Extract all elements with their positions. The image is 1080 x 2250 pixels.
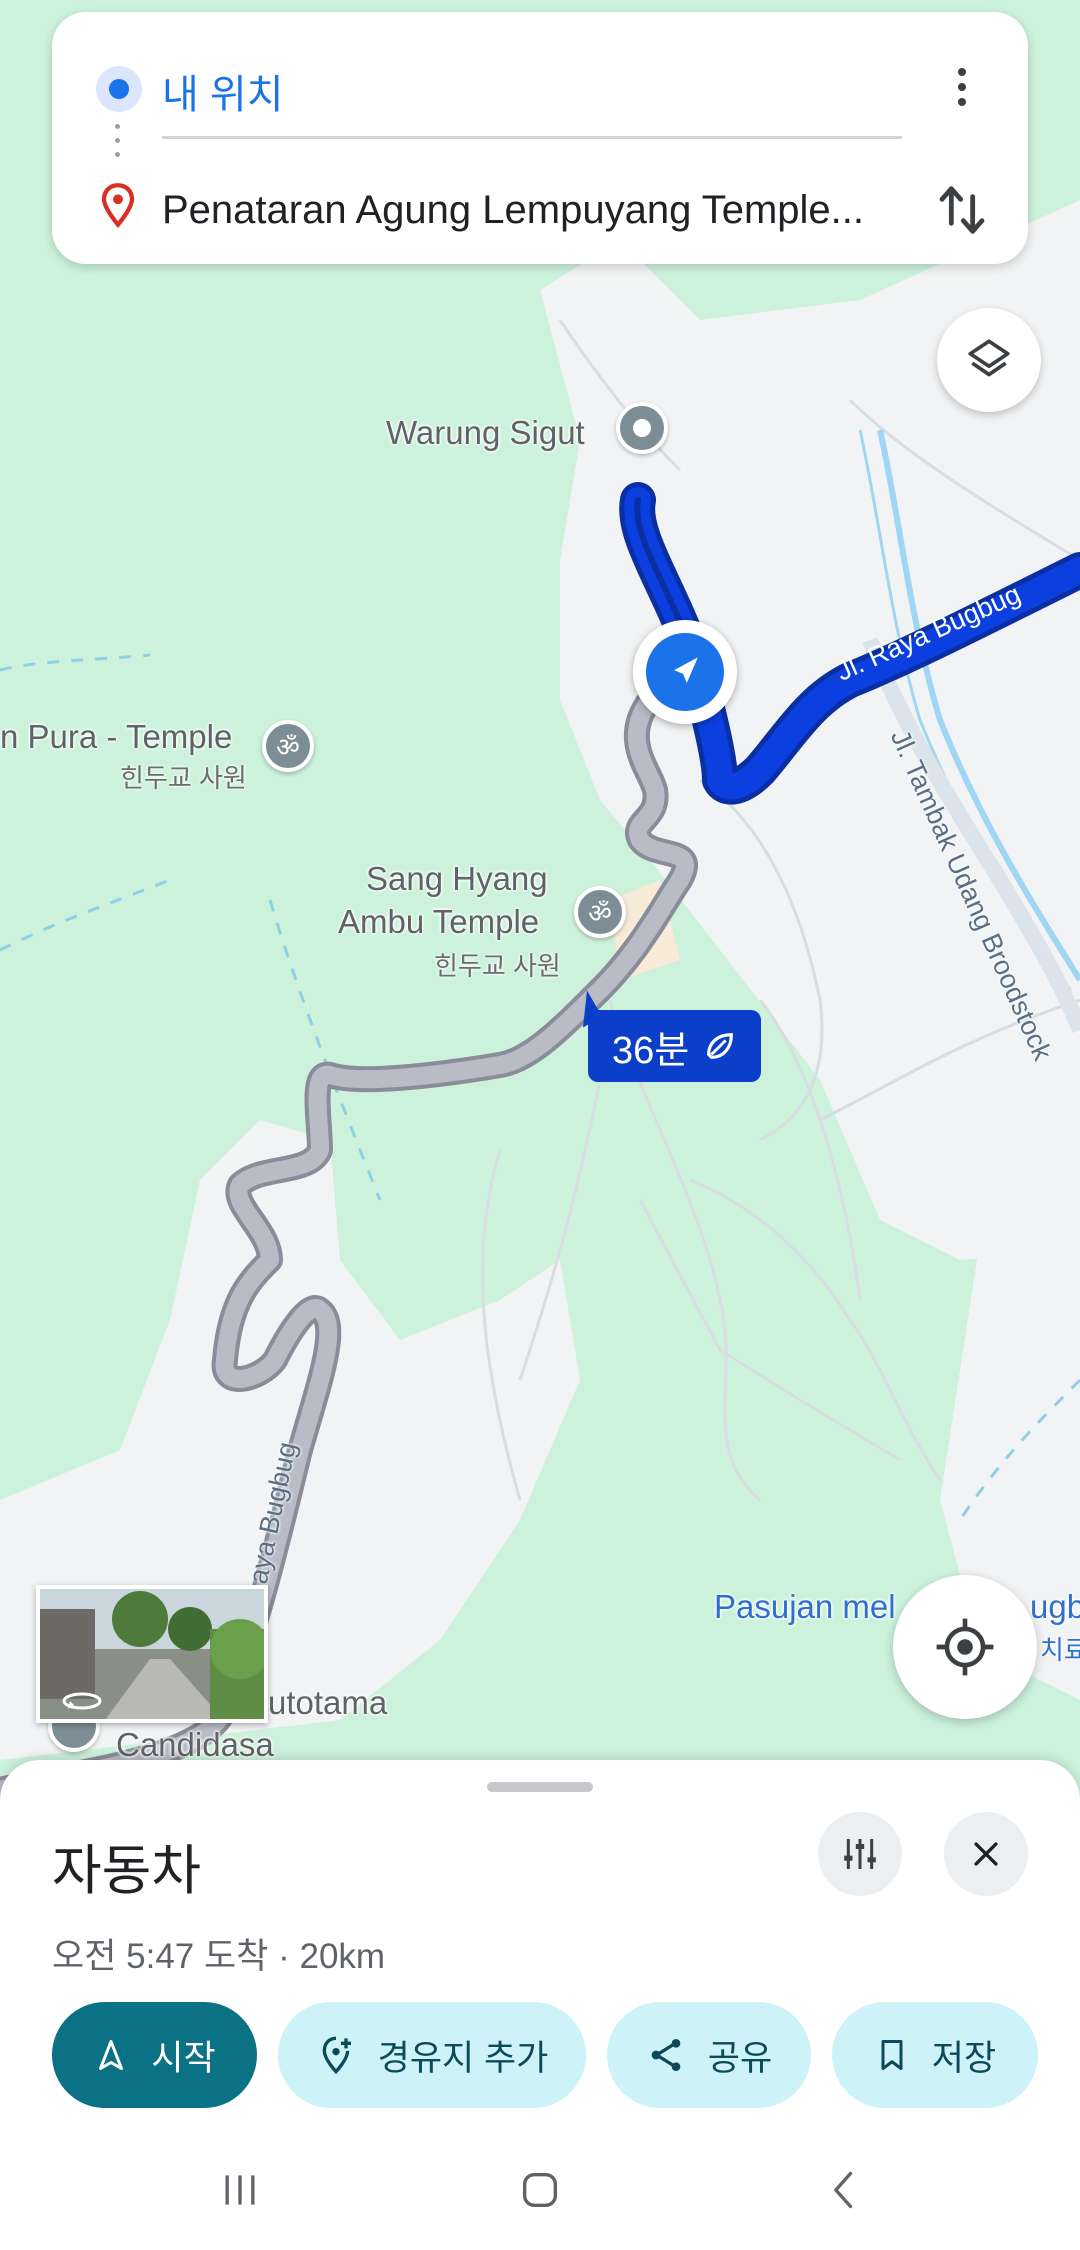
add-stop-button[interactable]: 경유지 추가 [278,2002,586,2108]
poi-pura-temple-category: 힌두교 사원 [120,763,247,793]
destination-field[interactable]: Penataran Agung Lempuyang Temple... [162,188,952,233]
navigation-icon [99,2040,124,2070]
poi-marker-icon[interactable] [616,402,668,454]
poi-sang-hyang-label-line1[interactable]: Sang Hyang [366,860,548,898]
close-button[interactable] [944,1812,1028,1896]
poi-warung-sigut-label[interactable]: Warung Sigut [386,414,585,452]
start-button[interactable]: 시작 [52,2002,257,2108]
poi-pura-temple-label[interactable]: n Pura - Temple [0,718,232,756]
more-vert-icon [958,68,966,76]
route-connector-dots [115,124,121,170]
poi-pasujan-label[interactable]: Pasujan mel [714,1588,896,1626]
poi-pasujan-category: 치료 [1040,1635,1080,1665]
arrival-info: 오전 5:47 도착 · 20km [52,1937,386,1976]
more-options-button[interactable] [932,52,992,122]
recents-button[interactable] [210,2160,270,2220]
poi-sang-hyang-label-line2[interactable]: Ambu Temple [338,903,539,941]
back-button[interactable] [815,2160,875,2220]
my-location-button[interactable] [893,1575,1037,1719]
travel-mode-title: 자동차 [52,1841,202,1901]
share-icon [651,2039,681,2071]
layers-button[interactable] [937,308,1041,412]
destination-pin-icon [101,183,135,228]
leaf-icon [707,1033,734,1059]
poi-sang-hyang-category: 힌두교 사원 [434,951,561,981]
route-options-button[interactable] [818,1812,902,1896]
recents-icon [225,2175,255,2205]
tune-icon [844,1839,876,1869]
start-label: 시작 [151,2038,216,2078]
poi-candidasa-label-line2[interactable]: Candidasa [116,1726,274,1764]
share-button[interactable]: 공유 [607,2002,811,2108]
poi-candidasa-label-line1[interactable]: utotama [268,1684,387,1722]
navigation-arrow-icon [674,657,698,683]
hindu-temple-icon[interactable]: ॐ [262,720,314,772]
back-icon [834,2171,853,2209]
save-button[interactable]: 저장 [832,2002,1038,2108]
my-location-icon [936,1618,994,1676]
share-label: 공유 [707,2038,773,2078]
rotate-360-icon [62,1692,102,1710]
directions-card: 내 위치 Penataran Agung Lempuyang Temple... [52,12,1028,264]
origin-field[interactable]: 내 위치 [162,62,284,120]
field-divider [162,136,902,139]
street-view-thumbnail[interactable] [36,1585,268,1723]
current-location-arrow [633,620,737,724]
layers-icon [968,339,1010,377]
home-icon [522,2172,558,2208]
origin-dot-icon [96,66,142,112]
swap-icon[interactable] [930,178,994,242]
eta-bubble[interactable]: 36분 [588,1010,762,1082]
poi-pasujan-label-tail[interactable]: ugb [1030,1588,1080,1626]
save-label: 저장 [931,2038,997,2078]
add-stop-label: 경유지 추가 [377,2038,549,2078]
system-navigation-bar [0,2130,1080,2250]
bookmark-icon [881,2040,903,2070]
add-location-icon [322,2036,351,2075]
eta-label: 36분 [612,1029,690,1072]
close-icon [974,1842,998,1866]
home-button[interactable] [510,2160,570,2220]
drag-handle[interactable] [487,1782,593,1792]
hindu-temple-icon[interactable]: ॐ [574,886,626,938]
